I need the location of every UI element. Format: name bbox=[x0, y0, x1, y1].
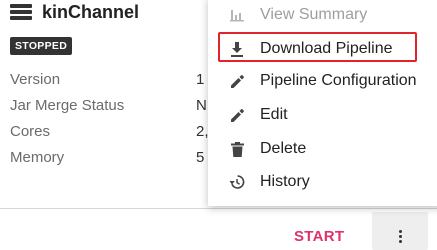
trash-icon bbox=[228, 140, 246, 158]
property-row-cores: Cores 2, bbox=[10, 118, 209, 144]
property-row-version: Version 1 bbox=[10, 66, 209, 92]
menu-item-view-summary: View Summary bbox=[208, 0, 437, 32]
property-row-jar-merge-status: Jar Merge Status N bbox=[10, 92, 209, 118]
property-value: N bbox=[196, 96, 207, 114]
property-label: Jar Merge Status bbox=[10, 96, 125, 114]
property-value: 1 bbox=[196, 70, 205, 88]
menu-item-label: Edit bbox=[260, 106, 288, 123]
highlight-box bbox=[218, 32, 417, 62]
property-value: 2, bbox=[196, 122, 209, 140]
bar-chart-icon bbox=[228, 6, 246, 24]
pencil-icon bbox=[228, 106, 246, 124]
properties-list: Version 1 Jar Merge Status N Cores 2, Me… bbox=[10, 66, 209, 170]
actions-menu: View Summary Download Pipeline Pipeline … bbox=[208, 0, 437, 206]
menu-item-history[interactable]: History bbox=[208, 165, 437, 199]
start-button[interactable]: START bbox=[294, 228, 344, 245]
card-divider bbox=[0, 208, 437, 209]
menu-item-label: History bbox=[260, 173, 310, 190]
history-icon bbox=[228, 173, 246, 191]
property-value: 5 bbox=[196, 148, 205, 166]
pipeline-type-icon bbox=[10, 4, 32, 20]
property-label: Cores bbox=[10, 122, 51, 140]
card-header: kinChannel bbox=[10, 0, 139, 24]
more-vert-icon bbox=[398, 229, 402, 243]
menu-item-download-pipeline[interactable]: Download Pipeline bbox=[208, 32, 437, 66]
pencil-icon bbox=[228, 72, 246, 90]
menu-item-pipeline-configuration[interactable]: Pipeline Configuration bbox=[208, 64, 437, 98]
menu-item-label: View Summary bbox=[260, 6, 368, 23]
status-badge: STOPPED bbox=[10, 37, 73, 55]
menu-item-edit[interactable]: Edit bbox=[208, 98, 437, 132]
property-label: Memory bbox=[10, 148, 65, 166]
menu-item-delete[interactable]: Delete bbox=[208, 132, 437, 166]
more-actions-button[interactable] bbox=[372, 212, 428, 250]
menu-item-label: Delete bbox=[260, 140, 307, 157]
property-row-memory: Memory 5 bbox=[10, 144, 209, 170]
property-label: Version bbox=[10, 70, 61, 88]
menu-item-label: Pipeline Configuration bbox=[260, 72, 417, 89]
pipeline-title[interactable]: kinChannel bbox=[42, 2, 139, 23]
